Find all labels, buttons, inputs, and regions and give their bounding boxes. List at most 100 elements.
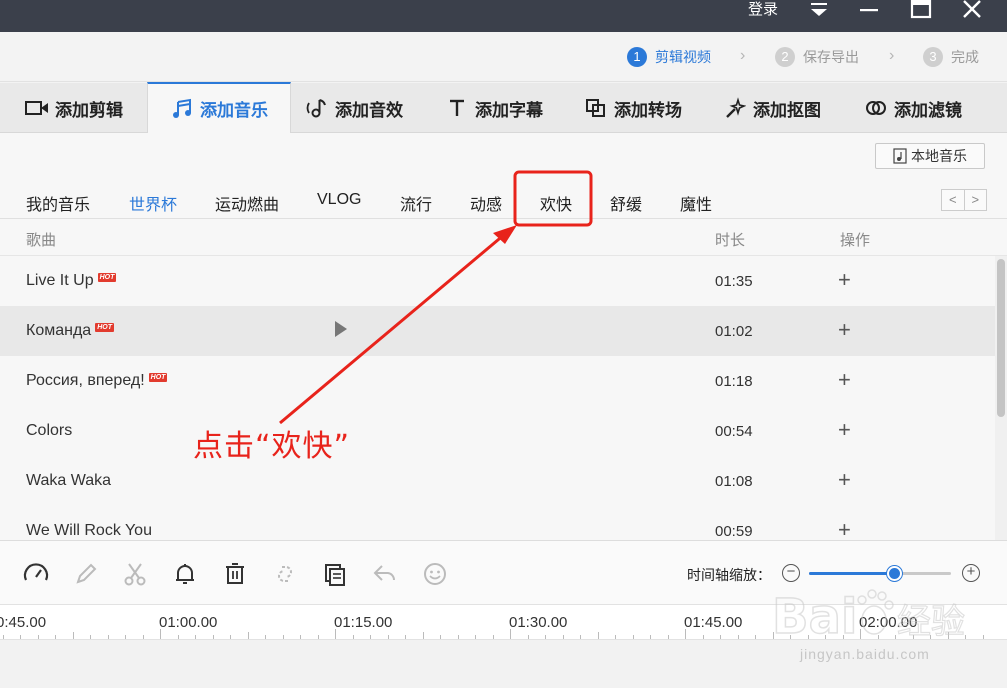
category-soothing[interactable]: 舒缓 <box>610 191 642 215</box>
watermark-url: jingyan.baidu.com <box>800 646 930 662</box>
ruler-label: 0:45.00 <box>0 614 47 631</box>
table-header: 歌曲 时长 操作 <box>0 220 1007 256</box>
tab-add-cutout[interactable]: 添加抠图 <box>723 83 821 133</box>
ruler-tick <box>615 635 616 639</box>
sound-effect-icon <box>305 96 329 120</box>
tool-tabs: 添加剪辑 添加音乐 添加音效 添加字幕 添加转场 添加抠图 添加滤镜 <box>0 82 1007 133</box>
category-quirky[interactable]: 魔性 <box>680 191 712 215</box>
minimize-icon[interactable] <box>854 0 884 22</box>
ruler-tick <box>352 635 354 639</box>
ruler-label: 01:00.00 <box>159 614 218 631</box>
ruler-tick <box>755 635 756 639</box>
ruler-tick <box>457 635 459 639</box>
hot-badge: HOT <box>97 272 117 282</box>
tab-add-subtitle[interactable]: 添加字幕 <box>445 83 543 133</box>
music-panel: 本地音乐 我的音乐 世界杯 运动燃曲 VLOG 流行 动感 欢快 舒缓 魔性 <… <box>0 133 1007 542</box>
filter-icon <box>864 96 888 120</box>
ruler-tick <box>737 635 739 639</box>
category-next-button[interactable]: > <box>965 190 987 210</box>
play-icon[interactable] <box>334 320 348 343</box>
ruler-label: 01:45.00 <box>684 614 743 631</box>
copy-icon[interactable] <box>321 560 349 588</box>
svg-text:Bai: Bai <box>772 589 857 645</box>
add-song-button[interactable]: + <box>838 417 851 443</box>
ruler-tick <box>247 632 249 639</box>
trash-icon[interactable] <box>221 560 249 588</box>
category-vlog[interactable]: VLOG <box>317 191 361 209</box>
ruler-tick <box>317 635 319 639</box>
tab-add-clip[interactable]: 添加剪辑 <box>25 83 123 133</box>
category-dynamic[interactable]: 动感 <box>470 191 502 215</box>
add-song-button[interactable]: + <box>838 367 851 393</box>
table-row[interactable]: Команда HOT 01:02 + <box>0 306 995 356</box>
category-my-music[interactable]: 我的音乐 <box>26 191 90 215</box>
steps-bar: 1 剪辑视频 › 2 保存导出 › 3 完成 <box>0 32 1007 82</box>
tab-add-sound-effect[interactable]: 添加音效 <box>305 83 403 133</box>
ruler-tick <box>160 629 161 639</box>
step-save-export[interactable]: 2 保存导出 <box>775 46 859 68</box>
tab-add-music[interactable]: 添加音乐 <box>147 82 291 133</box>
category-world-cup[interactable]: 世界杯 <box>129 191 177 215</box>
cutout-icon <box>723 96 747 120</box>
table-row[interactable]: Waka Waka 01:08 + <box>0 456 995 506</box>
undo-icon[interactable] <box>371 560 399 588</box>
table-row[interactable]: Colors 00:54 + <box>0 406 995 456</box>
close-icon[interactable] <box>957 0 987 22</box>
scissors-icon[interactable] <box>121 560 149 588</box>
category-bar: 我的音乐 世界杯 运动燃曲 VLOG 流行 动感 欢快 舒缓 魔性 < > <box>0 185 1007 219</box>
column-duration: 时长 <box>715 232 746 249</box>
emoji-icon[interactable] <box>421 560 449 588</box>
song-list-scrollbar[interactable] <box>995 256 1007 540</box>
add-song-button[interactable]: + <box>838 467 851 493</box>
tab-add-transition[interactable]: 添加转场 <box>584 83 682 133</box>
ruler-tick <box>212 635 214 639</box>
login-link[interactable]: 登录 <box>748 0 778 20</box>
category-prev-button[interactable]: < <box>942 190 965 210</box>
ruler-tick <box>387 635 389 639</box>
song-name: Live It Up <box>26 272 94 289</box>
ruler-tick <box>300 635 301 639</box>
song-duration: 01:08 <box>715 473 753 490</box>
step-number: 3 <box>923 47 943 67</box>
category-cheerful[interactable]: 欢快 <box>540 191 572 215</box>
tab-add-filter[interactable]: 添加滤镜 <box>864 83 962 133</box>
category-sports[interactable]: 运动燃曲 <box>215 191 279 215</box>
table-row[interactable]: Россия, вперед! HOT 01:18 + <box>0 356 995 406</box>
ruler-tick <box>580 635 581 639</box>
unlink-icon[interactable] <box>271 560 299 588</box>
zoom-slider[interactable] <box>809 566 951 581</box>
step-edit-video[interactable]: 1 剪辑视频 <box>627 46 711 68</box>
add-song-button[interactable]: + <box>838 317 851 343</box>
ruler-tick <box>230 635 231 639</box>
title-bar: 登录 <box>0 0 1007 32</box>
transition-icon <box>584 96 608 120</box>
ruler-tick <box>650 635 651 639</box>
step-finish[interactable]: 3 完成 <box>923 46 979 68</box>
text-icon <box>445 96 469 120</box>
tab-label: 添加字幕 <box>475 100 543 120</box>
scrollbar-thumb[interactable] <box>997 259 1005 417</box>
ruler-tick <box>492 635 494 639</box>
song-duration: 01:18 <box>715 373 753 390</box>
step-label: 剪辑视频 <box>655 49 711 65</box>
ruler-tick <box>55 635 56 639</box>
bell-icon[interactable] <box>171 560 199 588</box>
table-row[interactable]: Live It Up HOT 01:35 + <box>0 256 995 306</box>
ruler-tick <box>475 635 476 639</box>
ruler-tick <box>982 635 984 639</box>
ruler-tick <box>527 635 529 639</box>
music-note-icon <box>170 97 194 121</box>
local-music-button[interactable]: 本地音乐 <box>875 143 985 169</box>
maximize-icon[interactable] <box>906 0 936 22</box>
ruler-tick <box>142 635 144 639</box>
pencil-icon[interactable] <box>72 560 100 588</box>
ruler-tick <box>2 635 4 639</box>
ruler-tick <box>597 632 599 639</box>
ruler-tick <box>562 635 564 639</box>
category-pop[interactable]: 流行 <box>400 191 432 215</box>
speed-gauge-icon[interactable] <box>22 560 50 588</box>
dropdown-menu-icon[interactable] <box>804 0 834 22</box>
step-number: 1 <box>627 47 647 67</box>
add-song-button[interactable]: + <box>838 267 851 293</box>
ruler-tick <box>195 635 196 639</box>
